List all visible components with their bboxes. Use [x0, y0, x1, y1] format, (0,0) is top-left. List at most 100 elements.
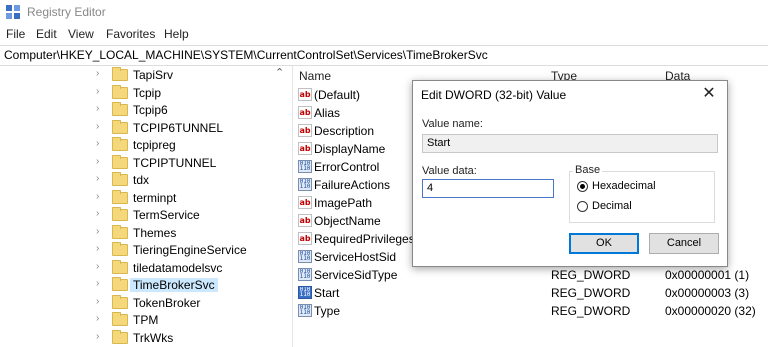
tree-item[interactable]: › tiledatamodelsvc [0, 259, 272, 276]
tree-item-label: TapiSrv [133, 68, 174, 82]
tree-item[interactable]: › TapiSrv [0, 66, 272, 83]
tree-item-label: Tcpip6 [133, 103, 168, 117]
string-value-icon: ab [298, 88, 312, 101]
tree-item[interactable]: › TieringEngineService [0, 241, 272, 258]
folder-icon [112, 84, 128, 99]
cancel-button[interactable]: Cancel [649, 233, 719, 254]
chevron-right-icon[interactable]: › [96, 138, 99, 149]
folder-icon [112, 329, 128, 344]
tree-item-label: tcpipreg [133, 138, 176, 152]
key-tree: ⌃ › TapiSrv › Tcpip › Tcpip6 › TCPIP6TUNNEL › tcp… [0, 66, 291, 347]
tree-item-label: Themes [133, 225, 177, 240]
value-name: FailureActions [314, 178, 391, 192]
chevron-right-icon[interactable]: › [96, 313, 99, 324]
ok-button[interactable]: OK [569, 233, 639, 254]
radio-selected-icon[interactable] [577, 181, 588, 192]
address-path[interactable]: Computer\HKEY_LOCAL_MACHINE\SYSTEM\Curre… [4, 48, 488, 62]
tree-item-label: TPM [133, 313, 159, 327]
scroll-up-icon[interactable]: ⌃ [275, 66, 284, 79]
chevron-right-icon[interactable]: › [96, 156, 99, 167]
menu-favorites[interactable]: Favorites [106, 27, 155, 41]
tree-item[interactable]: › TokenBroker [0, 294, 272, 311]
radio-unselected-icon[interactable] [577, 201, 588, 212]
chevron-right-icon[interactable]: › [96, 226, 99, 237]
menu-file[interactable]: File [6, 27, 25, 41]
folder-icon [112, 224, 128, 239]
base-groupbox [569, 171, 715, 223]
chevron-right-icon[interactable]: › [96, 68, 99, 79]
value-data: 0x00000020 (32) [665, 304, 756, 318]
tree-item-label: TrkWks [133, 330, 174, 345]
chevron-right-icon[interactable]: › [96, 103, 99, 114]
tree-item[interactable]: › TrkWks [0, 329, 272, 346]
menu-edit[interactable]: Edit [36, 27, 57, 41]
value-type: REG_DWORD [551, 268, 631, 282]
hexadecimal-label: Hexadecimal [592, 180, 656, 192]
tree-item[interactable]: › Tcpip6 [0, 101, 272, 118]
tree-item[interactable]: › Themes [0, 224, 272, 241]
value-data: 0x00000003 (3) [665, 286, 750, 300]
binary-value-icon: 010 110 [298, 304, 312, 317]
folder-icon [112, 137, 128, 151]
chevron-right-icon[interactable]: › [96, 191, 99, 202]
binary-value-icon: 010 110 [298, 160, 312, 173]
value-name: RequiredPrivileges [314, 232, 415, 246]
chevron-right-icon[interactable]: › [96, 296, 99, 307]
string-value-icon: ab [298, 142, 312, 155]
chevron-right-icon[interactable]: › [96, 86, 99, 97]
menu-bar: File Edit View Favorites Help [0, 26, 768, 44]
menu-help[interactable]: Help [164, 27, 189, 41]
tree-item[interactable]: › Tcpip [0, 84, 272, 101]
tree-item-label: TimeBrokerSvc [130, 278, 218, 292]
tree-item[interactable]: › TCPIPTUNNEL [0, 154, 272, 171]
value-row[interactable]: 010 110 Start REG_DWORD 0x00000003 (3) [293, 284, 768, 302]
string-value-icon: ab [298, 214, 312, 227]
tree-item[interactable]: › TPM [0, 311, 272, 328]
registry-editor-icon [6, 5, 20, 19]
value-type: REG_DWORD [551, 304, 631, 318]
window-title: Registry Editor [27, 5, 106, 19]
string-value-icon: ab [298, 124, 312, 137]
tree-item[interactable]: › TermService [0, 206, 272, 223]
tree-item[interactable]: › TCPIP6TUNNEL [0, 119, 272, 136]
value-data-input[interactable]: 4 [422, 179, 554, 198]
address-bar[interactable]: Computer\HKEY_LOCAL_MACHINE\SYSTEM\Curre… [0, 45, 768, 66]
chevron-right-icon[interactable]: › [96, 261, 99, 272]
folder-icon [112, 67, 128, 81]
string-value-icon: ab [298, 106, 312, 119]
chevron-right-icon[interactable]: › [96, 173, 99, 184]
column-header-name[interactable]: Name [299, 69, 331, 83]
chevron-right-icon[interactable]: › [96, 208, 99, 219]
tree-item[interactable]: › tcpipreg [0, 136, 272, 153]
tree-item-label: TermService [133, 208, 200, 222]
tree-item[interactable]: › terminpt [0, 189, 272, 206]
folder-icon [112, 242, 128, 256]
tree-scrollbar[interactable]: ⌃ [272, 66, 290, 347]
chevron-right-icon[interactable]: › [96, 121, 99, 132]
chevron-right-icon[interactable]: › [96, 278, 99, 289]
folder-icon [112, 119, 128, 134]
chevron-right-icon[interactable]: › [96, 331, 99, 342]
value-name: ServiceHostSid [314, 250, 397, 264]
value-name: Alias [314, 106, 341, 120]
folder-icon [112, 189, 128, 204]
tree-item-label: TieringEngineService [133, 243, 247, 257]
tree-item-label: terminpt [133, 190, 177, 205]
value-name-field: Start [422, 134, 718, 153]
tree-item[interactable]: › TimeBrokerSvc [0, 276, 272, 293]
value-name-label: Value name: [422, 118, 483, 130]
value-row[interactable]: 010 110 Type REG_DWORD 0x00000020 (32) [293, 302, 768, 320]
tree-item-label: tiledatamodelsvc [133, 260, 223, 275]
title-bar: Registry Editor [0, 0, 768, 24]
menu-view[interactable]: View [68, 27, 94, 41]
chevron-right-icon[interactable]: › [96, 243, 99, 254]
value-name: ObjectName [314, 214, 381, 228]
close-icon[interactable]: ✕ [697, 83, 721, 105]
tree-item[interactable]: › tdx [0, 171, 272, 188]
value-data: 0x00000001 (1) [665, 268, 750, 282]
tree-item-label: Tcpip [133, 85, 162, 100]
folder-icon [112, 277, 128, 291]
value-row[interactable]: 010 110 ServiceSidType REG_DWORD 0x00000001 … [293, 266, 768, 284]
value-name: ServiceSidType [314, 268, 398, 282]
string-value-icon: ab [298, 232, 312, 245]
